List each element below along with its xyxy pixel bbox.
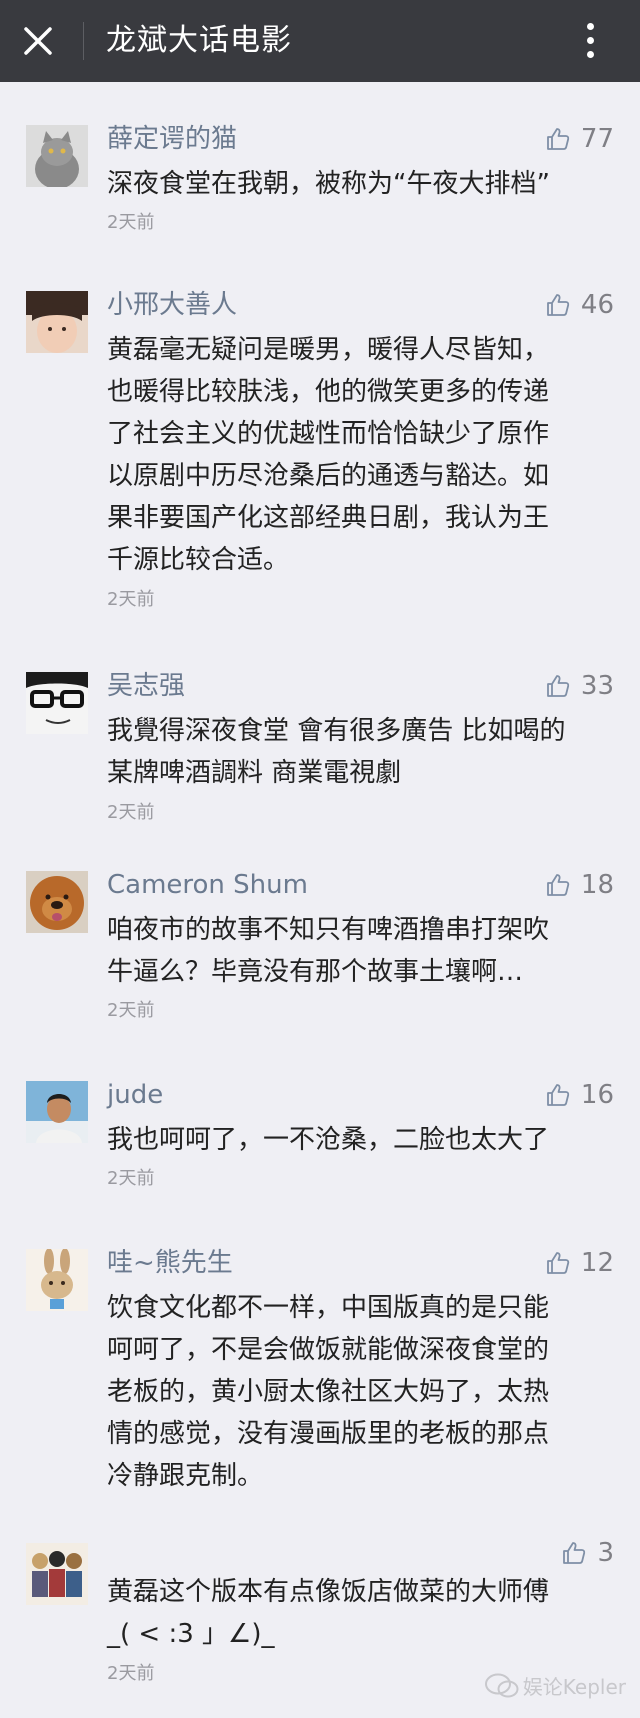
comment-text: 深夜食堂在我朝，被称为“午夜大排档” xyxy=(107,169,550,199)
like-button[interactable]: 46 xyxy=(545,288,614,322)
close-icon xyxy=(24,27,52,55)
comment-author[interactable]: Cameron Shum xyxy=(107,868,308,902)
thumbs-up-icon xyxy=(547,675,570,697)
comment-time: 2天前 xyxy=(107,1663,155,1684)
more-vertical-icon xyxy=(587,23,594,30)
comment-text: 咱夜市的故事不知只有啤酒撸串打架吹 牛逼么？毕竟没有那个故事土壤啊… xyxy=(107,915,550,987)
comment-text: 饮食文化都不一样，中国版真的是只能 呵呵了，不是会做饭就能做深夜食堂的 老板的，… xyxy=(107,1293,550,1491)
avatar[interactable] xyxy=(26,1249,88,1311)
like-count: 77 xyxy=(580,124,614,154)
like-count: 18 xyxy=(580,870,614,900)
comment-author[interactable]: 薛定谔的猫 xyxy=(107,122,237,156)
like-count: 12 xyxy=(580,1248,614,1278)
thumbs-up-icon xyxy=(547,1084,570,1106)
comment-author[interactable]: jude xyxy=(107,1078,163,1112)
thumbs-up-icon xyxy=(563,1542,586,1564)
more-button[interactable] xyxy=(574,17,606,65)
comment-author[interactable]: 吴志强 xyxy=(107,669,185,703)
comment-time: 2天前 xyxy=(107,1168,155,1189)
avatar[interactable] xyxy=(26,1081,88,1143)
avatar[interactable] xyxy=(26,291,88,353)
like-button[interactable]: 77 xyxy=(545,122,614,156)
thumbs-up-icon xyxy=(547,128,570,150)
girl-avatar xyxy=(26,291,88,353)
avatar[interactable] xyxy=(26,871,88,933)
like-count: 3 xyxy=(597,1538,614,1568)
like-button[interactable]: 16 xyxy=(545,1078,614,1112)
comment-time: 2天前 xyxy=(107,212,155,233)
avatar[interactable] xyxy=(26,672,88,734)
avatar[interactable] xyxy=(26,125,88,187)
comment-author[interactable]: 小邢大善人 xyxy=(107,288,237,322)
close-button[interactable] xyxy=(18,21,58,61)
anime-avatar xyxy=(26,1543,88,1605)
like-count: 16 xyxy=(580,1080,614,1110)
rabbit-avatar xyxy=(26,1249,88,1311)
thumbs-up-icon xyxy=(547,874,570,896)
comment-author[interactable]: 哇~熊先生 xyxy=(107,1246,233,1280)
glasses-avatar xyxy=(26,672,88,734)
comment-text: 黄磊毫无疑问是暖男，暖得人尽皆知， 也暖得比较肤浅，他的微笑更多的传递 了社会主… xyxy=(107,335,550,575)
comment-time: 2天前 xyxy=(107,589,155,610)
thumbs-up-icon xyxy=(547,1252,570,1274)
avatar[interactable] xyxy=(26,1543,88,1605)
like-count: 46 xyxy=(580,290,614,320)
wechat-icon xyxy=(484,1673,519,1697)
like-count: 33 xyxy=(580,671,614,701)
comment-text: 我覺得深夜食堂 會有很多廣告 比如喝的 某牌啤酒調料 商業電視劇 xyxy=(107,716,566,788)
cat-avatar xyxy=(26,125,88,187)
comment-text: 我也呵呵了，一不沧桑，二脸也太大了 xyxy=(107,1125,550,1155)
comment-text: 黄磊这个版本有点像饭店做菜的大师傅 _( < :3 」∠)_ xyxy=(107,1577,550,1649)
thumbs-up-icon xyxy=(547,294,570,316)
top-bar: 龙斌大话电影 xyxy=(0,0,640,82)
man-avatar xyxy=(26,1081,88,1143)
dog-avatar xyxy=(26,871,88,933)
like-button[interactable]: 33 xyxy=(545,669,614,703)
header-divider xyxy=(83,22,84,60)
page-title: 龙斌大话电影 xyxy=(106,23,292,58)
like-button[interactable]: 3 xyxy=(561,1536,614,1570)
like-button[interactable]: 18 xyxy=(545,868,614,902)
watermark: 娱论Kepler xyxy=(484,1671,626,1700)
like-button[interactable]: 12 xyxy=(545,1246,614,1280)
comment-time: 2天前 xyxy=(107,802,155,823)
watermark-text: 娱论Kepler xyxy=(522,1675,626,1699)
comment-time: 2天前 xyxy=(107,1000,155,1021)
